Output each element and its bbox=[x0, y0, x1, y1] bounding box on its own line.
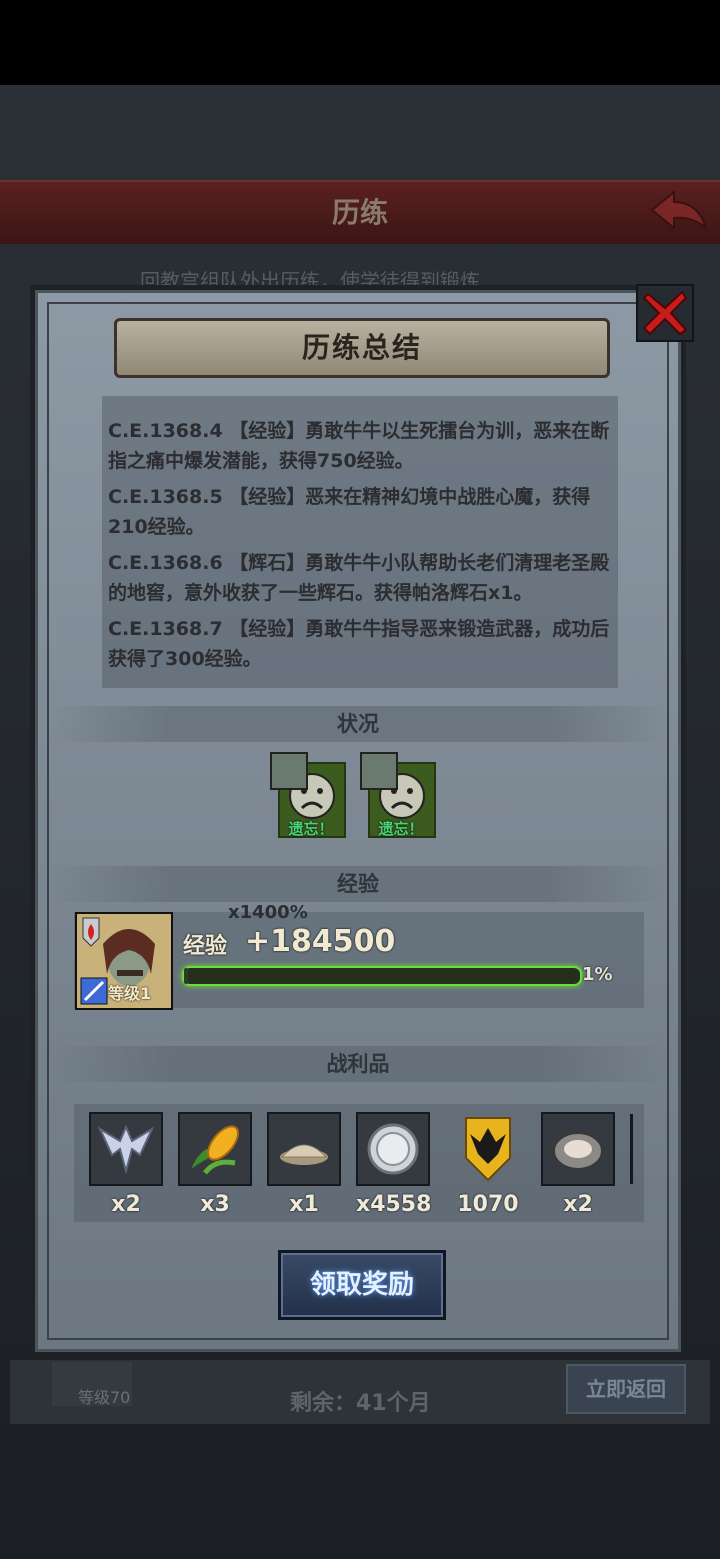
exp-progress-bar bbox=[182, 966, 582, 986]
status-bar bbox=[0, 0, 720, 85]
status-card-label: 遗忘！ bbox=[378, 820, 424, 838]
loot-section-header: 战利品 bbox=[48, 1046, 668, 1082]
student-avatar-icon bbox=[360, 752, 398, 790]
loot-count: x1 bbox=[289, 1192, 319, 1217]
dialog-title: 历练总结 bbox=[114, 318, 610, 378]
loot-item[interactable]: x4558 bbox=[356, 1112, 432, 1217]
status-card[interactable]: 遗忘！ bbox=[360, 752, 436, 838]
back-arrow-icon[interactable] bbox=[648, 188, 710, 234]
background-header-title: 历练 bbox=[0, 180, 720, 244]
loot-count: x3 bbox=[200, 1192, 230, 1217]
exp-gain: +184500 bbox=[245, 924, 396, 959]
loot-count: x2 bbox=[111, 1192, 141, 1217]
claim-reward-button[interactable]: 领取奖励 bbox=[278, 1250, 446, 1320]
background-remaining-text: 剩余：41个月 bbox=[290, 1391, 431, 1416]
log-entry: C.E.1368.5 【经验】恶来在精神幻境中战胜心魔，获得210经验。 bbox=[108, 486, 591, 538]
log-entry: C.E.1368.7 【经验】勇敢牛牛指导恶来锻造武器，成功后获得了300经验。 bbox=[108, 618, 610, 670]
background-level-badge: 等级70 bbox=[52, 1362, 132, 1407]
loot-count: x2 bbox=[563, 1192, 593, 1217]
loot-item[interactable]: x3 bbox=[178, 1112, 252, 1217]
event-log[interactable]: C.E.1368.4 【经验】勇敢牛牛以生死擂台为训，恶来在断指之痛中爆发潜能，… bbox=[102, 396, 618, 688]
oyster-icon bbox=[541, 1112, 615, 1186]
status-card-label: 遗忘！ bbox=[288, 820, 334, 838]
exp-section-header: 经验 bbox=[48, 866, 668, 902]
corn-icon bbox=[178, 1112, 252, 1186]
background-level-label: 等级70 bbox=[78, 1388, 131, 1407]
close-button[interactable] bbox=[636, 284, 694, 342]
hero-level: 等级1 bbox=[108, 984, 152, 1003]
status-card[interactable]: 遗忘！ bbox=[270, 752, 346, 838]
exp-multiplier: x1400% bbox=[228, 902, 308, 923]
background-return-button[interactable]: 立即返回 bbox=[566, 1364, 686, 1414]
exp-label: 经验 bbox=[183, 934, 228, 959]
loot-item[interactable]: x1 bbox=[267, 1112, 341, 1217]
winged-helm-icon bbox=[89, 1112, 163, 1186]
eagle-crest-icon bbox=[451, 1112, 525, 1186]
flour-pile-icon bbox=[267, 1112, 341, 1186]
exp-progress-percent: 1% bbox=[582, 964, 613, 985]
log-entry: C.E.1368.6 【辉石】勇敢牛牛小队帮助长老们清理老圣殿的地窖，意外收获了… bbox=[108, 552, 610, 604]
loot-count: x4558 bbox=[356, 1192, 432, 1217]
loot-count: 1070 bbox=[457, 1192, 519, 1217]
loot-item[interactable]: x2 bbox=[541, 1112, 615, 1217]
loot-item[interactable]: x2 bbox=[89, 1112, 163, 1217]
log-entry: C.E.1368.4 【经验】勇敢牛牛以生死擂台为训，恶来在断指之痛中爆发潜能，… bbox=[108, 420, 610, 472]
close-icon bbox=[642, 290, 688, 336]
loot-scroll-edge bbox=[630, 1114, 633, 1184]
exp-progress-fill bbox=[184, 968, 188, 984]
status-section-header: 状况 bbox=[48, 706, 668, 742]
student-avatar-icon bbox=[270, 752, 308, 790]
loot-item[interactable]: 1070 bbox=[451, 1112, 525, 1217]
silver-coin-icon bbox=[356, 1112, 430, 1186]
